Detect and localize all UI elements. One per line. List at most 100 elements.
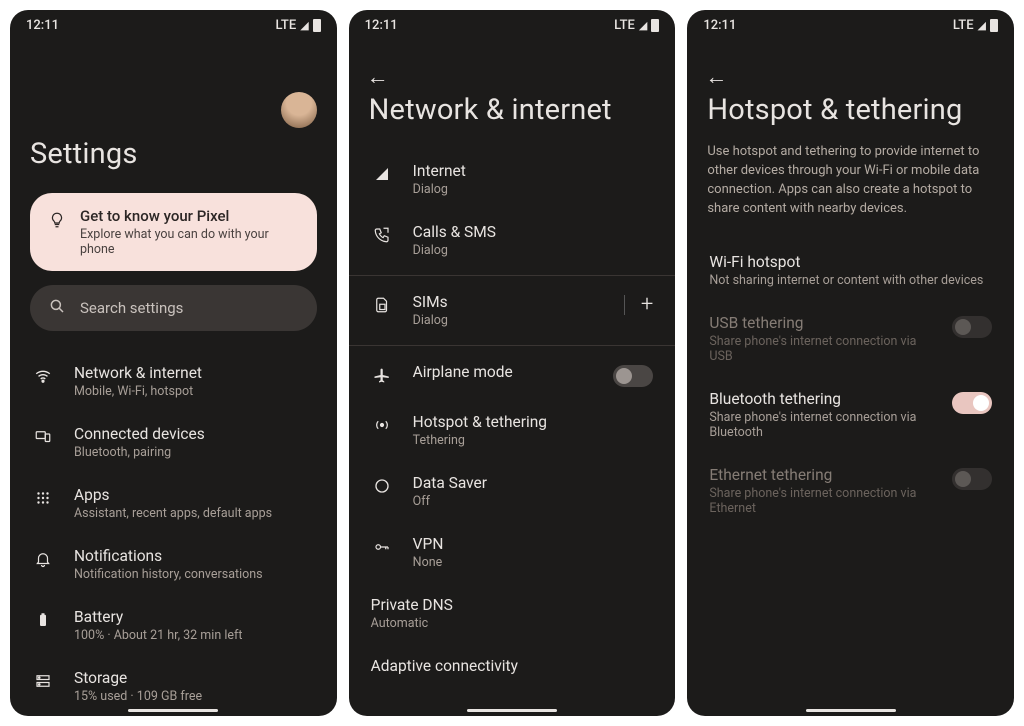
network-item-airplane[interactable]: Airplane mode	[369, 350, 656, 400]
item-title: Network & internet	[74, 364, 315, 382]
search-input[interactable]: Search settings	[30, 285, 317, 331]
item-title: Bluetooth tethering	[709, 390, 932, 408]
home-indicator[interactable]	[128, 709, 218, 712]
settings-item-battery[interactable]: Battery 100% · About 21 hr, 32 min left	[30, 595, 317, 656]
page-title: Hotspot & tethering	[707, 93, 994, 127]
settings-item-connected[interactable]: Connected devices Bluetooth, pairing	[30, 412, 317, 473]
settings-item-notifications[interactable]: Notifications Notification history, conve…	[30, 534, 317, 595]
bluetooth-toggle[interactable]	[952, 392, 992, 414]
airplane-icon	[371, 366, 393, 384]
status-time: 12:11	[365, 18, 398, 33]
battery-icon	[990, 19, 998, 32]
promo-subtitle: Explore what you can do with your phone	[80, 227, 299, 257]
back-button[interactable]: ←	[367, 64, 389, 90]
hotspot-screen: 12:11 LTE ◢ ← Hotspot & tethering Use hot…	[687, 10, 1014, 716]
signal-icon: ◢	[639, 19, 647, 32]
status-bar: 12:11 LTE ◢	[10, 10, 337, 37]
item-title: Battery	[74, 608, 315, 626]
signal-tri-icon	[371, 165, 393, 183]
add-sim-button[interactable]: +	[624, 295, 653, 315]
status-time: 12:11	[703, 18, 736, 33]
status-bar: 12:11 LTE ◢	[687, 10, 1014, 37]
item-title: Adaptive connectivity	[371, 657, 654, 675]
home-indicator[interactable]	[467, 709, 557, 712]
item-title: Calls & SMS	[413, 223, 654, 241]
network-item-vpn[interactable]: VPNNone	[369, 522, 656, 583]
item-title: VPN	[413, 535, 654, 553]
home-indicator[interactable]	[806, 709, 896, 712]
status-net: LTE	[275, 18, 296, 33]
item-sub: Off	[413, 494, 654, 509]
back-button[interactable]: ←	[705, 64, 727, 90]
item-sub: Not sharing internet or content with oth…	[709, 273, 992, 288]
network-item-hotspot[interactable]: Hotspot & tethering Tethering	[369, 400, 656, 461]
network-item-internet[interactable]: Internet Dialog	[369, 149, 656, 210]
storage-icon	[32, 672, 54, 690]
wifi-icon	[32, 367, 54, 385]
hotspot-item-bluetooth[interactable]: Bluetooth tethering Share phone's interne…	[707, 377, 994, 453]
item-title: USB tethering	[709, 314, 932, 332]
item-title: Ethernet tethering	[709, 466, 932, 484]
network-screen: 12:11 LTE ◢ ← Network & internet Internet…	[349, 10, 676, 716]
settings-item-storage[interactable]: Storage 15% used · 109 GB free	[30, 656, 317, 716]
screen-description: Use hotspot and tethering to provide int…	[707, 143, 994, 218]
item-title: Internet	[413, 162, 654, 180]
divider	[349, 345, 676, 346]
settings-screen: 12:11 LTE ◢ Settings Get to know your Pi…	[10, 10, 337, 716]
status-right: LTE ◢	[275, 18, 320, 33]
item-title: Wi-Fi hotspot	[709, 253, 992, 271]
avatar[interactable]	[281, 92, 317, 128]
usb-toggle	[952, 316, 992, 338]
status-time: 12:11	[26, 18, 59, 33]
battery-icon	[313, 19, 321, 32]
network-item-sims[interactable]: SIMs Dialog +	[369, 280, 656, 341]
network-item-calls[interactable]: Calls & SMS Dialog	[369, 210, 656, 271]
network-item-adaptive[interactable]: Adaptive connectivity	[369, 644, 656, 688]
vpn-icon	[371, 538, 393, 556]
status-net: LTE	[614, 18, 635, 33]
battery-icon	[651, 19, 659, 32]
item-title: Storage	[74, 669, 315, 687]
item-sub: Share phone's internet connection via US…	[709, 334, 932, 364]
item-sub: Bluetooth, pairing	[74, 445, 315, 460]
item-sub: Tethering	[413, 433, 654, 448]
page-title: Network & internet	[369, 93, 656, 127]
item-title: Private DNS	[371, 596, 654, 614]
status-bar: 12:11 LTE ◢	[349, 10, 676, 37]
item-title: SIMs	[413, 293, 604, 311]
ethernet-toggle	[952, 468, 992, 490]
item-sub: Share phone's internet connection via Bl…	[709, 410, 932, 440]
item-title: Notifications	[74, 547, 315, 565]
page-title: Settings	[30, 137, 317, 171]
item-title: Connected devices	[74, 425, 315, 443]
item-sub: 100% · About 21 hr, 32 min left	[74, 628, 315, 643]
item-title: Airplane mode	[413, 363, 594, 381]
item-sub: Dialog	[413, 182, 654, 197]
bell-icon	[32, 550, 54, 568]
divider	[349, 275, 676, 276]
promo-card[interactable]: Get to know your Pixel Explore what you …	[30, 193, 317, 271]
calls-icon	[371, 226, 393, 244]
item-title: Apps	[74, 486, 315, 504]
network-item-dns[interactable]: Private DNS Automatic	[369, 583, 656, 644]
lightbulb-icon	[48, 211, 66, 233]
item-title: Data Saver	[413, 474, 654, 492]
item-sub: Notification history, conversations	[74, 567, 315, 582]
signal-icon: ◢	[300, 19, 308, 32]
promo-title: Get to know your Pixel	[80, 207, 299, 225]
signal-icon: ◢	[978, 19, 986, 32]
airplane-toggle[interactable]	[613, 365, 653, 387]
item-sub: 15% used · 109 GB free	[74, 689, 315, 704]
item-title: Hotspot & tethering	[413, 413, 654, 431]
hotspot-item-wifi[interactable]: Wi-Fi hotspot Not sharing internet or con…	[707, 240, 994, 301]
settings-item-network[interactable]: Network & internetMobile, Wi-Fi, hotspot	[30, 351, 317, 412]
network-item-datasaver[interactable]: Data Saver Off	[369, 461, 656, 522]
item-sub: Dialog	[413, 313, 604, 328]
hotspot-item-ethernet: Ethernet tetheringShare phone's internet…	[707, 453, 994, 529]
status-net: LTE	[953, 18, 974, 33]
hotspot-icon	[371, 416, 393, 434]
settings-item-apps[interactable]: AppsAssistant, recent apps, default apps	[30, 473, 317, 534]
item-sub: Dialog	[413, 243, 654, 258]
datasaver-icon	[371, 477, 393, 495]
item-sub: Automatic	[371, 616, 654, 631]
